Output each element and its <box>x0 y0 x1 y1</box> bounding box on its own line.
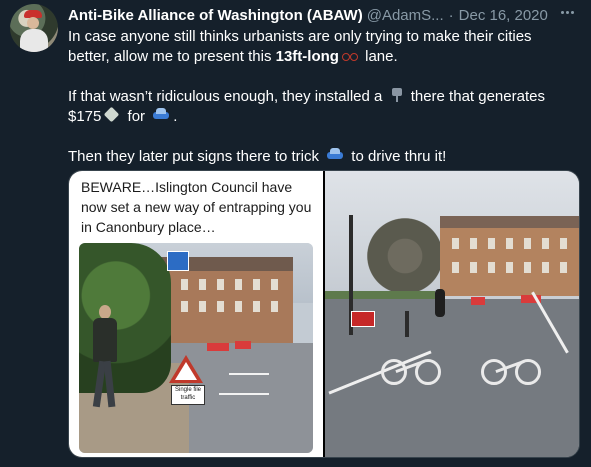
tweet-paragraph-1: In case anyone still thinks urbanists ar… <box>68 27 568 67</box>
media-image-right[interactable] <box>325 171 579 457</box>
paragraph-3-text-a: Then they later put signs there to trick <box>68 148 324 165</box>
money-icon <box>103 107 121 123</box>
header-separator: · <box>448 6 454 24</box>
camera-icon <box>389 87 405 103</box>
avatar-jersey <box>20 29 48 52</box>
tweet-text: In case anyone still thinks urbanists ar… <box>68 27 568 167</box>
pedestrian <box>91 305 119 411</box>
tweet-header: Anti-Bike Alliance of Washington (ABAW) … <box>68 5 578 25</box>
author-name[interactable]: Anti-Bike Alliance of Washington (ABAW) <box>68 7 363 24</box>
bicycle-icon <box>341 49 359 63</box>
bike-lane-marking <box>481 355 541 385</box>
terraced-building <box>153 257 293 347</box>
tweet-date[interactable]: Dec 16, 2020 <box>459 7 548 24</box>
car-icon <box>325 147 345 163</box>
street-photo-right <box>325 171 579 457</box>
single-file-traffic-sign: Single file traffic <box>171 385 205 405</box>
tweet-paragraph-3: Then they later put signs there to trick… <box>68 147 568 167</box>
paragraph-2-text-c: for <box>123 108 150 125</box>
media-caption: BEWARE…Islington Council have now set a … <box>81 179 312 235</box>
paragraph-2-text-a: If that wasn’t ridiculous enough, they i… <box>68 88 387 105</box>
red-barrier <box>235 341 251 349</box>
bike-lane-marking <box>381 355 441 385</box>
blue-road-sign <box>167 251 189 271</box>
author-avatar[interactable] <box>10 4 58 52</box>
cyclist <box>435 289 445 317</box>
paragraph-3-text-b: to drive thru it! <box>347 148 447 165</box>
lane-marking <box>229 373 269 375</box>
car-icon <box>151 107 171 123</box>
warning-sign-icon <box>169 355 203 383</box>
apartment-building <box>440 216 579 296</box>
bollard <box>405 311 409 337</box>
lane-marking <box>219 393 269 395</box>
street-photo-left: Single file traffic <box>79 243 313 453</box>
media-image-left[interactable]: BEWARE…Islington Council have now set a … <box>69 171 323 457</box>
tweet-paragraph-2: If that wasn’t ridiculous enough, they i… <box>68 87 568 127</box>
avatar-face <box>27 17 39 29</box>
red-barrier <box>207 343 229 351</box>
more-options-icon[interactable] <box>557 4 577 20</box>
paragraph-1-text-b: lane. <box>360 48 398 65</box>
author-handle[interactable]: @AdamS... <box>367 7 444 24</box>
red-traffic-sign <box>351 311 375 327</box>
red-barrier <box>471 297 485 305</box>
paragraph-1-bold: 13ft-long <box>275 48 339 65</box>
paragraph-2-text-d: . <box>173 108 178 125</box>
tweet-media[interactable]: BEWARE…Islington Council have now set a … <box>68 170 580 458</box>
